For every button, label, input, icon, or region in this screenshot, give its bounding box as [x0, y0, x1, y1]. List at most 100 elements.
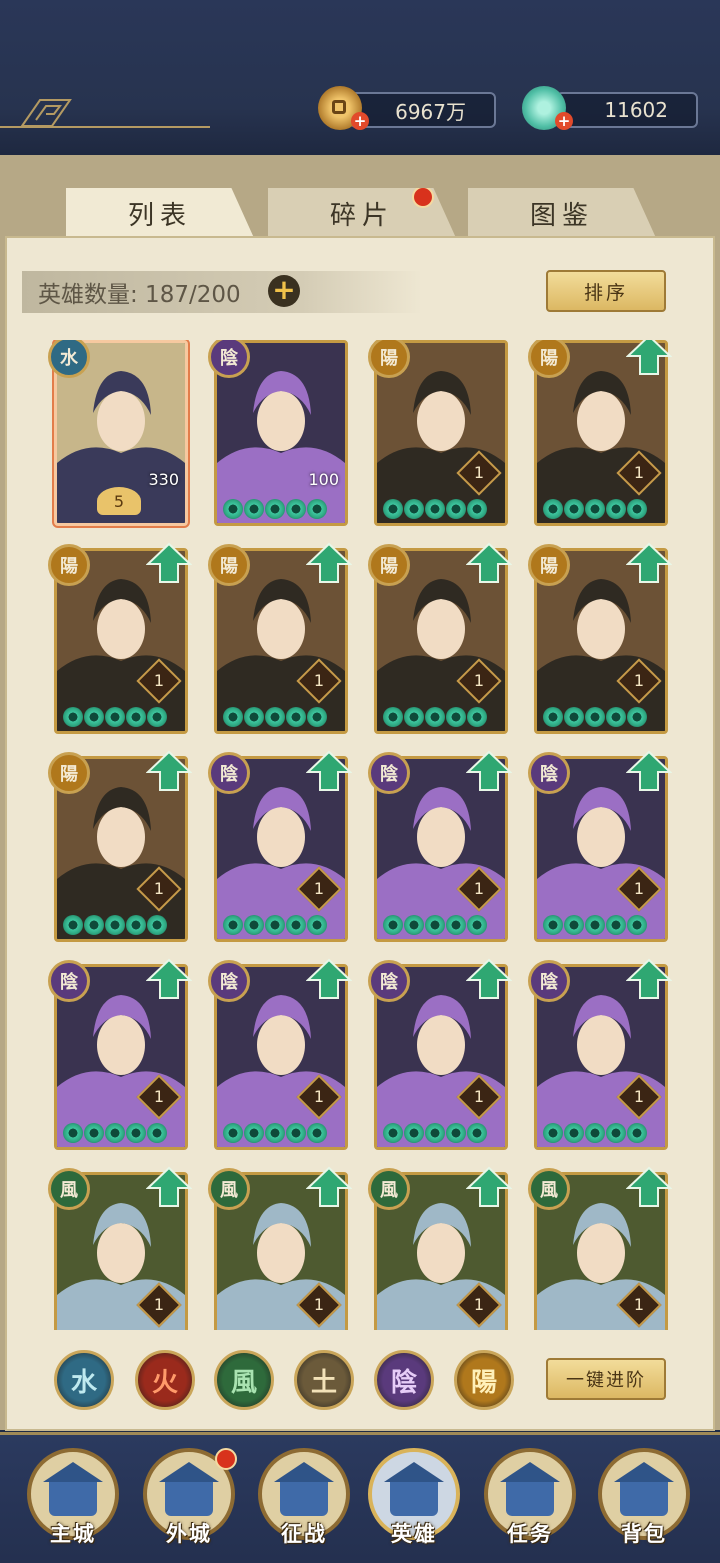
jade-amount: 11602 [604, 98, 668, 122]
upgrade-arrow-icon [146, 750, 192, 791]
faction-badge-icon: 陽 [528, 544, 570, 586]
hero-level: 1 [153, 1087, 165, 1106]
jade-star-icon [147, 915, 167, 935]
jade-star-icon [126, 1123, 146, 1143]
hero-level: 1 [473, 1295, 485, 1314]
jade-star-icon [84, 915, 104, 935]
coin-counter[interactable]: 6967万 [350, 92, 496, 128]
notification-dot [412, 188, 434, 208]
upgrade-arrow-icon [626, 750, 672, 791]
hero-level: 1 [313, 1087, 325, 1106]
jade-star-icon [446, 499, 466, 519]
element-filter-3[interactable]: 土 [294, 1350, 354, 1410]
jade-star-icon [425, 499, 445, 519]
element-filter-1[interactable]: 火 [135, 1350, 195, 1410]
hero-level: 1 [313, 879, 325, 898]
add-jade-icon[interactable]: + [555, 112, 573, 130]
hero-count-text: 英雄数量: 187/200 [38, 282, 241, 308]
jade-star-icon [223, 499, 243, 519]
hero-level: 100 [308, 470, 339, 489]
jade-star-icon [446, 915, 466, 935]
element-filter-0[interactable]: 水 [54, 1350, 114, 1410]
sort-label: 排序 [583, 281, 628, 304]
jade-star-icon [84, 1123, 104, 1143]
star-row [383, 499, 487, 519]
upgrade-arrow-icon [466, 958, 512, 999]
hero-level: 1 [473, 671, 485, 690]
jade-star-icon [63, 707, 83, 727]
tab-fragments[interactable]: 碎片 [268, 188, 456, 238]
nav-label: 外城 [166, 1522, 212, 1546]
one-key-advance-label: 一键进阶 [566, 1370, 646, 1391]
jade-star-icon [244, 499, 264, 519]
hero-level: 1 [473, 463, 485, 482]
jade-star-icon [223, 1123, 243, 1143]
jade-star-icon [147, 1123, 167, 1143]
tab-list[interactable]: 列表 [66, 188, 254, 238]
hero-grid: 5 330 水 100 陰 1陽 1陽 1陽 1 陽 1 陽 1 陽 1 陽 1… [48, 340, 688, 1330]
jade-star-icon [147, 707, 167, 727]
jade-star-icon [446, 707, 466, 727]
jade-star-icon [425, 1123, 445, 1143]
add-coins-icon[interactable]: + [351, 112, 369, 130]
hero-level: 330 [148, 470, 179, 489]
hero-level: 1 [153, 879, 165, 898]
jade-star-icon [467, 707, 487, 727]
jade-star-icon [404, 707, 424, 727]
jade-star-icon [126, 707, 146, 727]
jade-star-icon [244, 915, 264, 935]
jade-star-icon [286, 915, 306, 935]
jade-star-icon [63, 915, 83, 935]
nav-label: 英雄 [391, 1522, 437, 1546]
upgrade-arrow-icon [306, 958, 352, 999]
jade-star-icon [307, 915, 327, 935]
sort-button[interactable]: 排序 [546, 270, 666, 312]
coin-amount: 6967万 [395, 99, 466, 124]
jade-star-icon [244, 707, 264, 727]
star-row [383, 915, 487, 935]
star-row [543, 915, 647, 935]
jade-star-icon [467, 499, 487, 519]
faction-badge-icon: 陽 [48, 752, 90, 794]
jade-star-icon [286, 499, 306, 519]
nav-label: 任务 [507, 1522, 553, 1546]
faction-badge-icon: 陰 [368, 960, 410, 1002]
jade-star-icon [606, 707, 626, 727]
jade-star-icon [627, 707, 647, 727]
jade-star-icon [383, 499, 403, 519]
upgrade-arrow-icon [466, 750, 512, 791]
jade-star-icon [543, 915, 563, 935]
top-bar [0, 0, 720, 155]
faction-badge-icon: 陰 [208, 752, 250, 794]
element-filter-4[interactable]: 陰 [374, 1350, 434, 1410]
jade-star-icon [585, 707, 605, 727]
expand-capacity-button[interactable]: + [268, 275, 300, 307]
jade-counter[interactable]: 11602 [556, 92, 698, 128]
hero-level: 1 [633, 1295, 645, 1314]
upgrade-arrow-icon [306, 1166, 352, 1207]
top-divider [0, 126, 210, 128]
star-row [383, 707, 487, 727]
one-key-advance-button[interactable]: 一键进阶 [546, 1358, 666, 1400]
star-row [543, 499, 647, 519]
tab-codex[interactable]: 图鉴 [468, 188, 656, 238]
jade-star-icon [543, 1123, 563, 1143]
jade-star-icon [286, 707, 306, 727]
star-row [63, 707, 167, 727]
upgrade-arrow-icon [306, 750, 352, 791]
jade-star-icon [404, 1123, 424, 1143]
star-row [63, 1123, 167, 1143]
jade-star-icon [265, 707, 285, 727]
element-filter-2[interactable]: 風 [214, 1350, 274, 1410]
hero-level: 1 [633, 463, 645, 482]
upgrade-arrow-icon [626, 340, 672, 375]
hero-level: 1 [153, 1295, 165, 1314]
faction-badge-icon: 陰 [208, 960, 250, 1002]
nav-label: 征战 [281, 1522, 327, 1546]
upgrade-arrow-icon [146, 1166, 192, 1207]
jade-star-icon [383, 1123, 403, 1143]
element-filter-5[interactable]: 陽 [454, 1350, 514, 1410]
jade-star-icon [84, 707, 104, 727]
jade-star-icon [543, 707, 563, 727]
hero-level: 1 [633, 879, 645, 898]
